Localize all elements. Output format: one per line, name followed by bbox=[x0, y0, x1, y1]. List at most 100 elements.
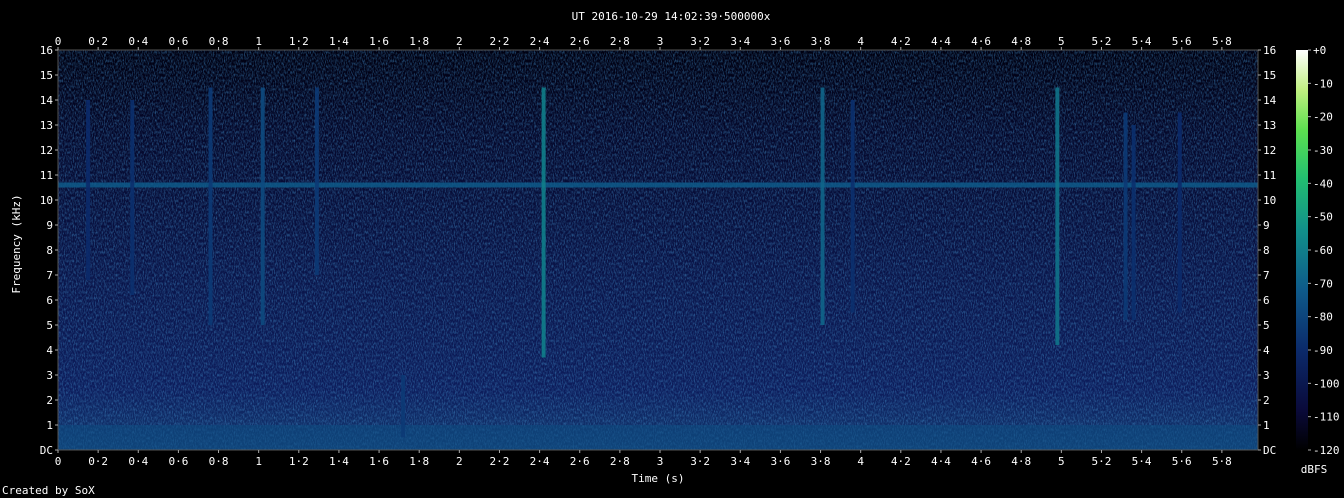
x-tick-label-bottom: 2·2 bbox=[490, 455, 510, 468]
transient-14 bbox=[1177, 112, 1182, 313]
x-tick-label-top: 2·8 bbox=[610, 35, 630, 48]
x-tick-label-top: 0·2 bbox=[88, 35, 108, 48]
credit-text: Created by SoX bbox=[2, 484, 95, 497]
colorbar-tick-label: -10 bbox=[1313, 77, 1333, 90]
y-tick-label-left: 6 bbox=[46, 294, 53, 307]
y-tick-label-left: 15 bbox=[40, 69, 53, 82]
transient-4 bbox=[208, 87, 213, 325]
y-tick-label-right: 13 bbox=[1263, 119, 1276, 132]
y-tick-label-left: 10 bbox=[40, 194, 53, 207]
x-tick-label-bottom: 4·8 bbox=[1011, 455, 1031, 468]
x-tick-label-bottom: 4·6 bbox=[971, 455, 991, 468]
x-tick-label-top: 5 bbox=[1058, 35, 1065, 48]
x-tick-label-bottom: 0 bbox=[55, 455, 62, 468]
y-tick-label-right: 7 bbox=[1263, 269, 1270, 282]
x-tick-label-top: 5·4 bbox=[1132, 35, 1152, 48]
transient-11 bbox=[1055, 87, 1060, 345]
x-tick-label-top: 3·2 bbox=[690, 35, 710, 48]
x-tick-label-top: 4 bbox=[857, 35, 864, 48]
y-tick-label-left: DC bbox=[40, 444, 53, 457]
x-tick-label-bottom: 2·6 bbox=[570, 455, 590, 468]
x-tick-label-top: 4·2 bbox=[891, 35, 911, 48]
colorbar-label: dBFS bbox=[1301, 463, 1328, 476]
colorbar-tick-label: -70 bbox=[1313, 277, 1333, 290]
y-tick-label-right: 15 bbox=[1263, 69, 1276, 82]
y-tick-label-left: 9 bbox=[46, 219, 53, 232]
x-tick-label-top: 1 bbox=[255, 35, 262, 48]
y-tick-label-right: 8 bbox=[1263, 244, 1270, 257]
colorbar-tick-label: -40 bbox=[1313, 177, 1333, 190]
transient-10 bbox=[850, 100, 855, 313]
transient-13 bbox=[1131, 125, 1136, 320]
y-tick-label-left: 12 bbox=[40, 144, 53, 157]
x-tick-label-bottom: 0·8 bbox=[209, 455, 229, 468]
y-tick-label-right: 12 bbox=[1263, 144, 1276, 157]
x-tick-label-bottom: 0·6 bbox=[168, 455, 188, 468]
y-tick-label-right: 5 bbox=[1263, 319, 1270, 332]
y-tick-label-right: 11 bbox=[1263, 169, 1276, 182]
x-tick-label-top: 3·8 bbox=[811, 35, 831, 48]
x-tick-label-bottom: 4·4 bbox=[931, 455, 951, 468]
x-tick-label-top: 2·4 bbox=[530, 35, 550, 48]
tone-line bbox=[58, 182, 1258, 188]
y-tick-label-left: 5 bbox=[46, 319, 53, 332]
y-tick-label-left: 14 bbox=[40, 94, 54, 107]
x-tick-label-bottom: 2 bbox=[456, 455, 463, 468]
x-tick-label-top: 3·4 bbox=[730, 35, 750, 48]
transient-3 bbox=[130, 100, 135, 295]
x-tick-label-top: 1·6 bbox=[369, 35, 389, 48]
x-tick-label-top: 3·6 bbox=[770, 35, 790, 48]
transient-8 bbox=[541, 87, 546, 358]
transient-6 bbox=[314, 87, 319, 275]
x-tick-label-top: 4·8 bbox=[1011, 35, 1031, 48]
x-tick-label-bottom: 3·6 bbox=[770, 455, 790, 468]
x-tick-label-top: 2·6 bbox=[570, 35, 590, 48]
low-frequency-band bbox=[58, 425, 1258, 450]
x-tick-label-top: 0·4 bbox=[128, 35, 148, 48]
colorbar-tick-label: -90 bbox=[1313, 344, 1333, 357]
transient-5 bbox=[260, 87, 265, 325]
x-tick-label-bottom: 1·8 bbox=[409, 455, 429, 468]
y-tick-label-right: 6 bbox=[1263, 294, 1270, 307]
transient-9 bbox=[820, 87, 825, 325]
x-tick-label-bottom: 2·8 bbox=[610, 455, 630, 468]
colorbar-tick-label: -50 bbox=[1313, 211, 1333, 224]
x-tick-label-bottom: 0·2 bbox=[88, 455, 108, 468]
y-tick-label-right: 9 bbox=[1263, 219, 1270, 232]
x-tick-label-bottom: 5·4 bbox=[1132, 455, 1152, 468]
y-tick-label-left: 16 bbox=[40, 44, 53, 57]
x-axis-label: Time (s) bbox=[632, 472, 685, 485]
y-tick-label-left: 11 bbox=[40, 169, 53, 182]
y-tick-label-left: 8 bbox=[46, 244, 53, 257]
x-tick-label-top: 0·6 bbox=[168, 35, 188, 48]
y-tick-label-left: 4 bbox=[46, 344, 53, 357]
x-tick-label-bottom: 2·4 bbox=[530, 455, 550, 468]
colorbar-tick-label: -110 bbox=[1313, 411, 1340, 424]
y-tick-label-left: 13 bbox=[40, 119, 53, 132]
plot-noise bbox=[58, 50, 1258, 450]
x-tick-label-bottom: 1 bbox=[255, 455, 262, 468]
plot-area bbox=[57, 49, 1259, 451]
x-tick-label-bottom: 0·4 bbox=[128, 455, 148, 468]
x-tick-label-top: 2 bbox=[456, 35, 463, 48]
colorbar-tick-label: -120 bbox=[1313, 444, 1340, 457]
y-tick-label-left: 2 bbox=[46, 394, 53, 407]
y-tick-label-right: 2 bbox=[1263, 394, 1270, 407]
colorbar-tick-label: -30 bbox=[1313, 144, 1333, 157]
colorbar-tick-label: -100 bbox=[1313, 377, 1340, 390]
x-tick-label-top: 3 bbox=[657, 35, 664, 48]
x-tick-label-bottom: 5·2 bbox=[1092, 455, 1112, 468]
x-tick-label-bottom: 3·8 bbox=[811, 455, 831, 468]
x-tick-label-top: 1·4 bbox=[329, 35, 349, 48]
x-tick-label-top: 1·2 bbox=[289, 35, 309, 48]
y-tick-label-right: 16 bbox=[1263, 44, 1276, 57]
x-tick-label-top: 1·8 bbox=[409, 35, 429, 48]
x-tick-label-top: 4·4 bbox=[931, 35, 951, 48]
transient-2 bbox=[86, 100, 91, 280]
colorbar-tick-label: -80 bbox=[1313, 311, 1333, 324]
x-tick-label-top: 5·6 bbox=[1172, 35, 1192, 48]
x-tick-label-top: 5·8 bbox=[1212, 35, 1232, 48]
x-tick-label-top: 0·8 bbox=[209, 35, 229, 48]
x-tick-label-bottom: 3 bbox=[657, 455, 664, 468]
colorbar-tick-label: +0 bbox=[1313, 44, 1326, 57]
